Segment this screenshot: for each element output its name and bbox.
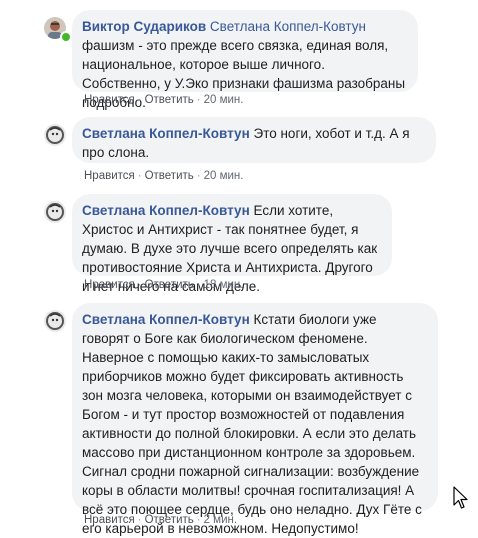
user-portrait-avatar	[44, 201, 66, 223]
separator: ·	[137, 279, 142, 291]
comment-mention[interactable]: Светлана Коппел-Ковтун	[210, 19, 366, 34]
comment-bubble: Светлана Коппел-Ковтун Если хотите, Хрис…	[72, 194, 392, 294]
separator: ·	[196, 170, 201, 182]
separator: ·	[137, 514, 142, 526]
like-button[interactable]: Нравится	[84, 279, 135, 291]
comment-actions: Нравится · Ответить · 2 мин.	[84, 514, 237, 526]
comment-author[interactable]: Светлана Коппел-Ковтун	[82, 126, 250, 141]
like-button[interactable]: Нравится	[84, 170, 135, 182]
comment-actions: Нравится · Ответить · 18 мин.	[84, 279, 243, 291]
user-portrait-avatar	[44, 310, 66, 332]
comment-author[interactable]: Светлана Коппел-Ковтун	[82, 203, 250, 218]
separator: ·	[196, 94, 201, 106]
comment-bubble: Виктор Судариков Светлана Коппел-Ковтун …	[72, 10, 418, 110]
comment-timestamp[interactable]: 20 мин.	[204, 170, 244, 182]
reply-button[interactable]: Ответить	[145, 94, 194, 106]
avatar[interactable]	[44, 310, 66, 332]
comment-timestamp[interactable]: 2 мин.	[204, 514, 237, 526]
user-portrait-avatar	[44, 124, 66, 146]
avatar[interactable]	[44, 201, 66, 223]
reply-button[interactable]: Ответить	[145, 514, 194, 526]
comment-author[interactable]: Светлана Коппел-Ковтун	[82, 312, 250, 327]
reply-button[interactable]: Ответить	[145, 170, 194, 182]
comment-bubble: Светлана Коппел-Ковтун Это ноги, хобот и…	[72, 117, 436, 163]
separator: ·	[137, 170, 142, 182]
separator: ·	[196, 279, 201, 291]
comment-bubble: Светлана Коппел-Ковтун Кстати биологи уж…	[72, 303, 438, 536]
mouse-pointer-icon	[453, 486, 468, 509]
comment-actions: Нравится · Ответить · 20 мин.	[84, 94, 243, 106]
comment-timestamp[interactable]: 18 мин.	[204, 279, 244, 291]
avatar[interactable]	[44, 124, 66, 146]
separator: ·	[137, 94, 142, 106]
like-button[interactable]: Нравится	[84, 514, 135, 526]
online-status-indicator	[60, 31, 72, 43]
comment-actions: Нравится · Ответить · 20 мин.	[84, 170, 243, 182]
separator: ·	[196, 514, 201, 526]
comment-text: Кстати биологи уже говорят о Боге как би…	[82, 312, 422, 536]
comment-author[interactable]: Виктор Судариков	[82, 19, 206, 34]
reply-button[interactable]: Ответить	[145, 279, 194, 291]
comment-timestamp[interactable]: 20 мин.	[204, 94, 244, 106]
like-button[interactable]: Нравится	[84, 94, 135, 106]
